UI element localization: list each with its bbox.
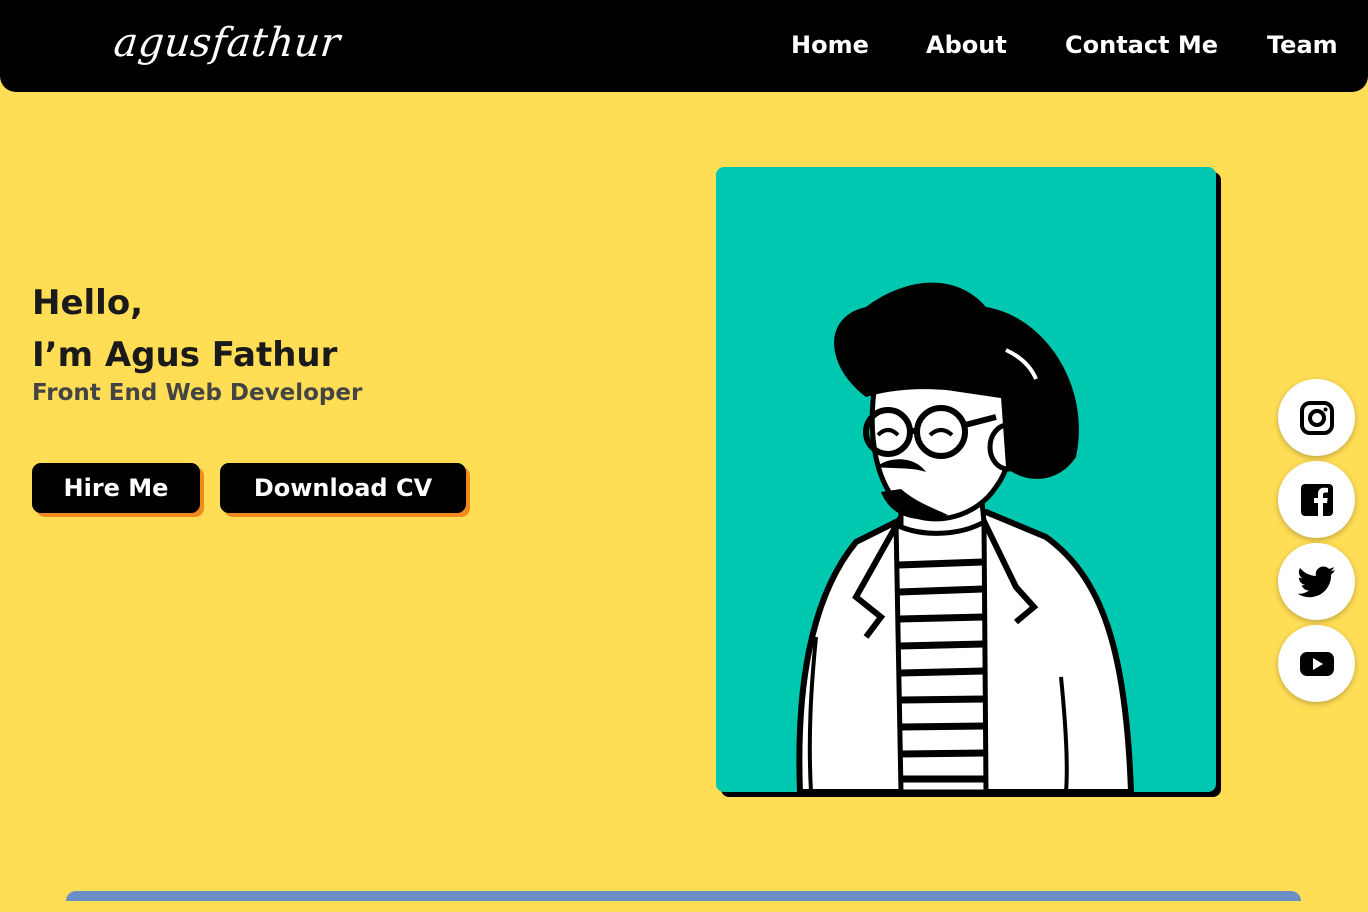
hire-me-button[interactable]: Hire Me	[32, 463, 200, 513]
twitter-icon	[1297, 566, 1335, 597]
hero-greeting: Hello, I’m Agus Fathur	[32, 277, 337, 381]
download-cv-button[interactable]: Download CV	[220, 463, 466, 513]
navbar: agusfathur Home About Contact Me Team	[0, 0, 1368, 92]
next-section-edge	[66, 891, 1301, 901]
nav-link-home[interactable]: Home	[791, 31, 869, 59]
youtube-icon	[1299, 651, 1334, 676]
instagram-icon	[1299, 400, 1334, 435]
nav-link-team[interactable]: Team	[1267, 31, 1338, 59]
youtube-button[interactable]	[1278, 625, 1355, 702]
twitter-button[interactable]	[1278, 543, 1355, 620]
portrait-card	[716, 167, 1216, 792]
greeting-line-2: I’m Agus Fathur	[32, 335, 338, 375]
hero-role: Front End Web Developer	[32, 380, 363, 406]
instagram-button[interactable]	[1278, 379, 1355, 456]
facebook-icon	[1300, 483, 1333, 516]
nav-link-about[interactable]: About	[926, 31, 1007, 59]
portrait-illustration	[796, 282, 1135, 792]
nav-link-contact[interactable]: Contact Me	[1065, 31, 1218, 59]
site-logo[interactable]: agusfathur	[112, 20, 343, 66]
facebook-button[interactable]	[1278, 461, 1355, 538]
greeting-line-1: Hello,	[32, 283, 144, 323]
